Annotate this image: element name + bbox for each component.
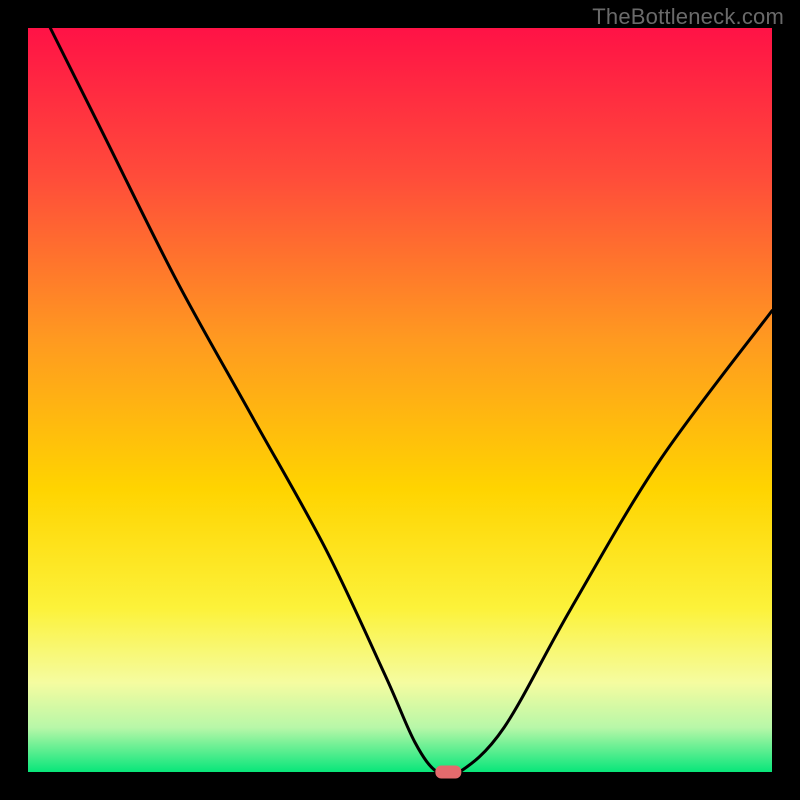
plot-area [28, 28, 772, 772]
bottleneck-chart [0, 0, 800, 800]
watermark-text: TheBottleneck.com [592, 4, 784, 30]
optimal-marker [435, 766, 461, 779]
chart-frame: TheBottleneck.com [0, 0, 800, 800]
